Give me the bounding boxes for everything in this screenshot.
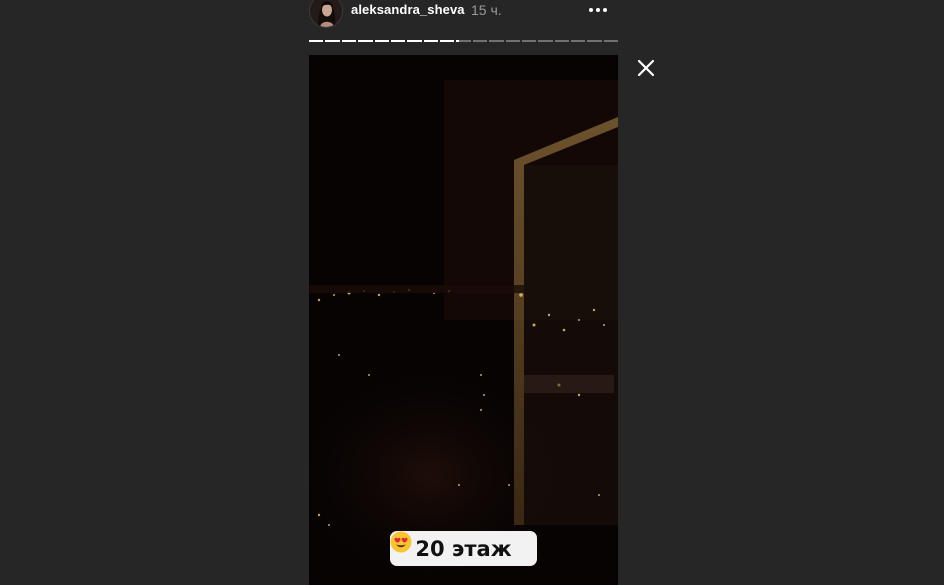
- heart-eyes-emoji-icon: [390, 531, 412, 553]
- story-viewer: aleksandra_sheva 15 ч. 20 этаж: [0, 0, 944, 585]
- progress-segment: [521, 40, 537, 42]
- progress-segment: [325, 40, 340, 42]
- progress-segment: [407, 40, 422, 42]
- progress-segment: [587, 40, 602, 42]
- progress-segment: [571, 40, 586, 42]
- progress-segment: [489, 40, 504, 42]
- progress-segment: [538, 40, 553, 42]
- progress-segment: [472, 40, 488, 42]
- more-options-button[interactable]: [584, 0, 612, 20]
- more-options-icon-dot: [603, 8, 607, 12]
- story-header: aleksandra_sheva 15 ч.: [309, 0, 618, 30]
- night-city-photo: [309, 55, 618, 585]
- progress-segment-fill: [358, 40, 373, 42]
- progress-segment-fill: [440, 40, 455, 42]
- close-button[interactable]: [634, 56, 658, 80]
- progress-segment: [554, 40, 569, 42]
- timestamp: 15 ч.: [471, 2, 502, 18]
- username-link[interactable]: aleksandra_sheva: [351, 2, 465, 17]
- sticker-label: 20 этаж: [415, 536, 512, 561]
- avatar[interactable]: [309, 0, 343, 28]
- progress-segment-fill: [374, 40, 389, 42]
- progress-segment-fill: [456, 40, 460, 42]
- story-progress-bar: [309, 40, 619, 42]
- progress-segment-fill: [341, 40, 357, 42]
- progress-segment-fill: [423, 40, 438, 42]
- progress-segment-fill: [325, 40, 340, 42]
- progress-segment: [505, 40, 520, 42]
- more-options-icon: [589, 8, 593, 12]
- progress-segment: [456, 40, 471, 42]
- progress-segment: [358, 40, 373, 42]
- progress-segment: [374, 40, 389, 42]
- progress-segment: [341, 40, 357, 42]
- story-media[interactable]: 20 этаж: [309, 55, 618, 585]
- progress-segment: [423, 40, 438, 42]
- close-icon: [637, 59, 655, 77]
- progress-segment: [603, 40, 619, 42]
- progress-segment: [309, 40, 324, 42]
- text-sticker: 20 этаж: [390, 531, 537, 566]
- progress-segment: [440, 40, 455, 42]
- more-options-icon-dot: [596, 8, 600, 12]
- progress-segment-fill: [390, 40, 406, 42]
- progress-segment-fill: [407, 40, 422, 42]
- progress-segment: [390, 40, 406, 42]
- progress-segment-fill: [309, 40, 324, 42]
